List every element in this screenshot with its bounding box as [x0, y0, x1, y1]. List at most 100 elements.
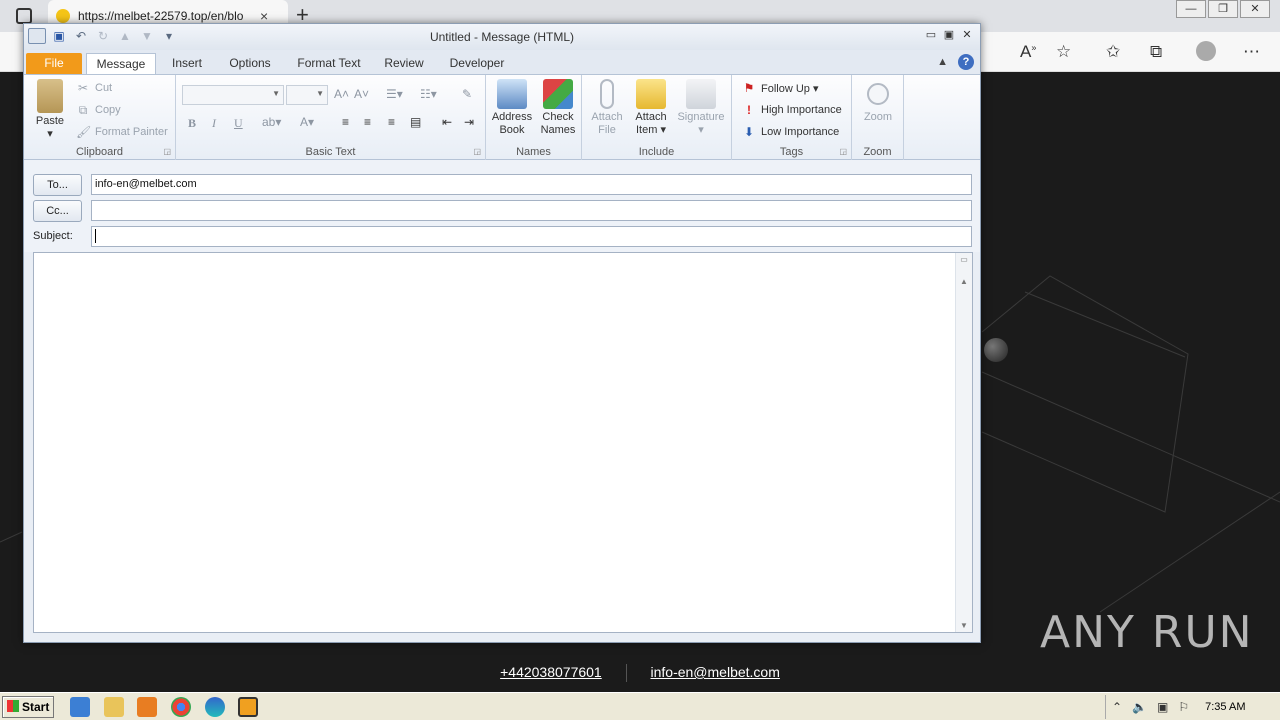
shrink-font-icon[interactable]: A˅ — [354, 87, 369, 101]
minimize-icon[interactable]: — — [1176, 0, 1206, 18]
justify-icon[interactable]: ▤ — [410, 115, 421, 129]
ruler-toggle-icon[interactable]: ▭ — [956, 255, 972, 264]
scroll-up-icon[interactable]: ▲ — [956, 277, 972, 286]
volume-icon[interactable]: 🔈 — [1132, 700, 1147, 714]
attach-item-label-2: Item ▾ — [636, 124, 666, 136]
font-size-combo[interactable]: ▼ — [286, 85, 328, 105]
copy-button[interactable]: ⧉ Copy — [76, 103, 121, 117]
align-left-icon[interactable]: ≡ — [342, 115, 349, 129]
favorites-icon[interactable]: ✩ — [1106, 42, 1120, 62]
tags-group: ⚑ Follow Up ▾ ! High Importance ⬇ Low Impor… — [732, 75, 852, 160]
flag-icon: ⚑ — [743, 81, 755, 95]
clipboard-launcher-icon[interactable]: ◲ — [163, 147, 171, 156]
cc-button[interactable]: Cc... — [33, 200, 82, 222]
zoom-button[interactable]: Zoom — [856, 79, 900, 124]
basic-text-launcher-icon[interactable]: ◲ — [473, 147, 481, 156]
attach-file-button[interactable]: Attach File — [586, 79, 628, 137]
magnifier-icon — [867, 83, 889, 105]
close-icon[interactable]: ✕ — [1240, 0, 1270, 18]
collapse-ribbon-icon[interactable]: ▲ — [937, 56, 948, 68]
attach-item-button[interactable]: Attach Item ▾ — [630, 79, 672, 137]
align-center-icon[interactable]: ≡ — [364, 115, 371, 129]
check-names-button[interactable]: Check Names — [536, 79, 580, 137]
tab-file[interactable]: File — [26, 53, 82, 74]
font-color-icon[interactable]: A▾ — [300, 115, 314, 129]
italic-button[interactable]: I — [212, 116, 216, 131]
to-button[interactable]: To... — [33, 174, 82, 196]
cc-field[interactable] — [91, 200, 972, 221]
minimize-icon[interactable]: ▭ — [922, 28, 940, 44]
site-favicon-icon — [56, 9, 70, 23]
to-field[interactable]: info-en@melbet.com — [91, 174, 972, 195]
font-name-combo[interactable]: ▼ — [182, 85, 284, 105]
close-icon[interactable]: ✕ — [958, 28, 976, 44]
email-link[interactable]: info-en@melbet.com — [651, 664, 780, 680]
edge-icon[interactable] — [205, 697, 225, 717]
outlook-taskbar-icon[interactable] — [238, 697, 258, 717]
read-aloud-icon[interactable]: A» — [1020, 42, 1036, 62]
bold-button[interactable]: B — [188, 116, 196, 131]
tab-developer[interactable]: Developer — [442, 53, 512, 74]
window-title: Untitled - Message (HTML) — [429, 30, 575, 44]
phone-link[interactable]: +442038077601 — [500, 664, 602, 680]
subject-label: Subject: — [33, 230, 73, 242]
low-importance-button[interactable]: ⬇ Low Importance — [742, 125, 839, 139]
help-icon[interactable]: ? — [958, 54, 974, 70]
bullets-icon[interactable]: ☰▾ — [386, 87, 403, 101]
tab-insert[interactable]: Insert — [162, 53, 212, 74]
tab-close-icon[interactable]: × — [260, 8, 268, 24]
window-controls: ▭ ▣ ✕ — [922, 28, 976, 44]
grow-font-icon[interactable]: A˄ — [334, 87, 349, 101]
tab-options[interactable]: Options — [222, 53, 278, 74]
include-group-label: Include — [638, 146, 675, 158]
highlight-icon[interactable]: ab▾ — [262, 115, 281, 129]
footer-contacts: +442038077601 info-en@melbet.com — [0, 664, 1280, 683]
signature-button[interactable]: Signature ▾ — [674, 79, 728, 137]
align-right-icon[interactable]: ≡ — [388, 115, 395, 129]
tab-actions-icon[interactable] — [16, 8, 32, 24]
scroll-down-icon[interactable]: ▼ — [956, 621, 972, 630]
media-player-icon[interactable] — [137, 697, 157, 717]
address-book-button[interactable]: Address Book — [490, 79, 534, 137]
window-titlebar: ▣ ↶ ↻ ▲ ▼ ▾ Untitled - Message (HTML) ▭ … — [24, 24, 980, 50]
restore-icon[interactable]: ❐ — [1208, 0, 1238, 18]
numbering-icon[interactable]: ☷▾ — [420, 87, 437, 101]
format-painter-button[interactable]: 🖌 Format Painter — [76, 125, 168, 139]
add-favorite-icon[interactable]: ☆ — [1056, 42, 1071, 62]
body-scrollbar[interactable]: ▭ ▲ ▼ — [955, 253, 972, 632]
paste-button[interactable]: Paste ▾ — [30, 79, 70, 141]
more-icon[interactable]: ⋯ — [1243, 42, 1260, 62]
system-tray: ⌃ 🔈 ▣ ⚐ 7:35 AM — [1105, 695, 1280, 719]
profile-icon[interactable] — [1196, 41, 1216, 61]
file-explorer-icon[interactable] — [104, 697, 124, 717]
collections-icon[interactable]: ⧉ — [1150, 42, 1162, 62]
internet-explorer-icon[interactable] — [70, 697, 90, 717]
maximize-icon[interactable]: ▣ — [940, 28, 958, 44]
tab-message[interactable]: Message — [86, 53, 156, 74]
scissors-icon: ✂ — [77, 81, 89, 95]
tags-launcher-icon[interactable]: ◲ — [839, 147, 847, 156]
action-center-flag-icon[interactable]: ⚐ — [1178, 700, 1189, 714]
subject-field[interactable] — [91, 226, 972, 247]
tab-review[interactable]: Review — [378, 53, 430, 74]
cut-button[interactable]: ✂ Cut — [76, 81, 112, 95]
footer-separator — [625, 664, 627, 683]
show-hidden-icons-icon[interactable]: ⌃ — [1112, 700, 1122, 714]
increase-indent-icon[interactable]: ⇥ — [464, 115, 474, 129]
clear-formatting-icon[interactable]: ✎ — [462, 87, 472, 101]
format-painter-label: Format Painter — [95, 126, 168, 138]
follow-up-button[interactable]: ⚑ Follow Up ▾ — [742, 81, 819, 95]
decrease-indent-icon[interactable]: ⇤ — [442, 115, 452, 129]
check-names-icon — [543, 79, 573, 109]
tab-format-text[interactable]: Format Text — [292, 53, 366, 74]
high-importance-button[interactable]: ! High Importance — [742, 103, 842, 117]
network-icon[interactable]: ▣ — [1157, 700, 1168, 714]
outlook-message-window: ▣ ↶ ↻ ▲ ▼ ▾ Untitled - Message (HTML) ▭ … — [23, 23, 981, 643]
attach-file-label-2: File — [598, 124, 616, 136]
underline-button[interactable]: U — [234, 116, 243, 131]
clipboard-group-label: Clipboard — [75, 146, 124, 158]
chrome-icon[interactable] — [171, 697, 191, 717]
check-names-label-1: Check — [542, 111, 574, 123]
message-body[interactable]: ▭ ▲ ▼ — [33, 252, 973, 633]
start-button[interactable]: Start — [2, 696, 54, 718]
